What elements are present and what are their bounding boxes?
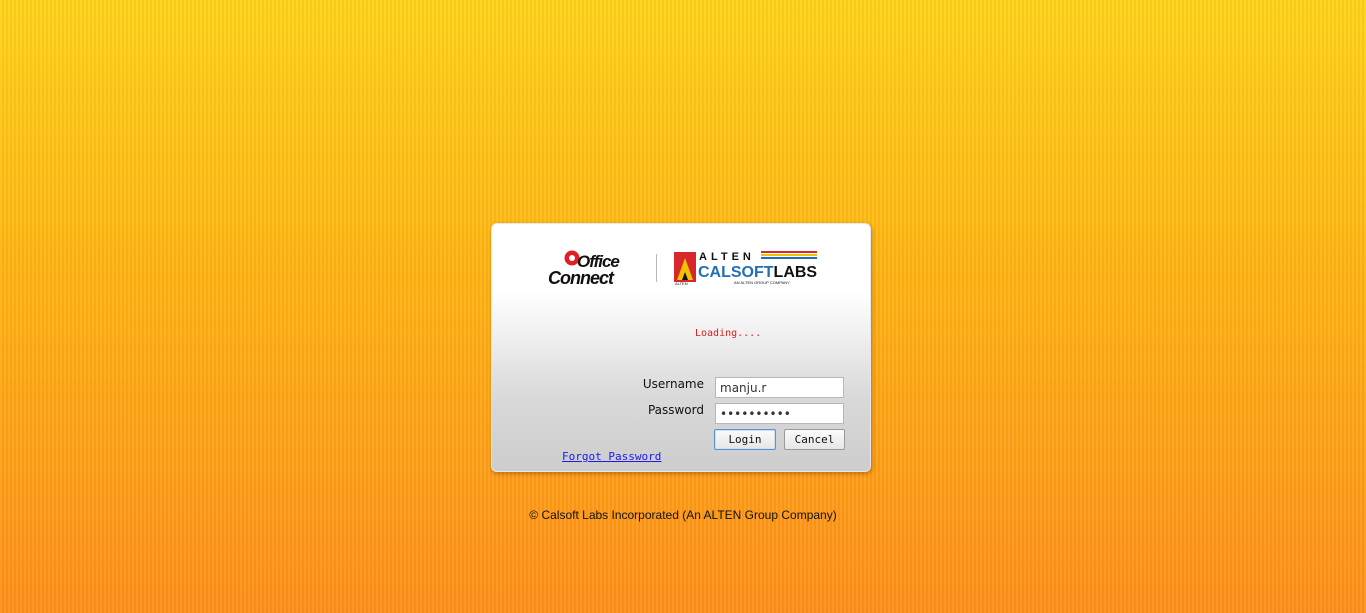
- password-input[interactable]: [715, 403, 844, 424]
- cancel-button[interactable]: Cancel: [784, 429, 845, 450]
- office-connect-logo: Office Connect: [548, 250, 620, 288]
- alten-calsoft-logo: ALTEN ALTEN CALSOFTLABS AN ALTEN GROUP C…: [674, 251, 817, 286]
- password-label: Password: [647, 403, 704, 417]
- labs-word: LABS: [774, 264, 818, 281]
- copyright-footer: © Calsoft Labs Incorporated (An ALTEN Gr…: [529, 508, 837, 522]
- logo-row: Office Connect ALTEN ALTEN CALSOFTLABS A…: [546, 250, 826, 290]
- alten-wordmark: ALTEN: [699, 251, 755, 263]
- office-connect-logo-dot-center: [569, 255, 575, 261]
- calsoft-word: CALSOFT: [698, 264, 774, 281]
- loading-status: Loading....: [695, 328, 762, 339]
- stripe-blue: [761, 257, 817, 259]
- alten-tagline: AN ALTEN GROUP COMPANY: [734, 280, 790, 285]
- office-connect-logo-word-2: Connect: [548, 268, 615, 288]
- username-input[interactable]: [715, 377, 844, 398]
- forgot-password-link[interactable]: Forgot Password: [562, 450, 661, 463]
- alten-emblem-label: ALTEN: [675, 281, 688, 286]
- login-button[interactable]: Login: [714, 429, 776, 450]
- username-label: Username: [642, 377, 704, 391]
- stripe-yellow: [761, 254, 817, 256]
- logo-divider: [656, 254, 657, 282]
- stripe-red: [761, 251, 817, 253]
- login-panel: Office Connect ALTEN ALTEN CALSOFTLABS A…: [491, 223, 871, 472]
- calsoft-wordmark: CALSOFTLABS: [698, 264, 817, 281]
